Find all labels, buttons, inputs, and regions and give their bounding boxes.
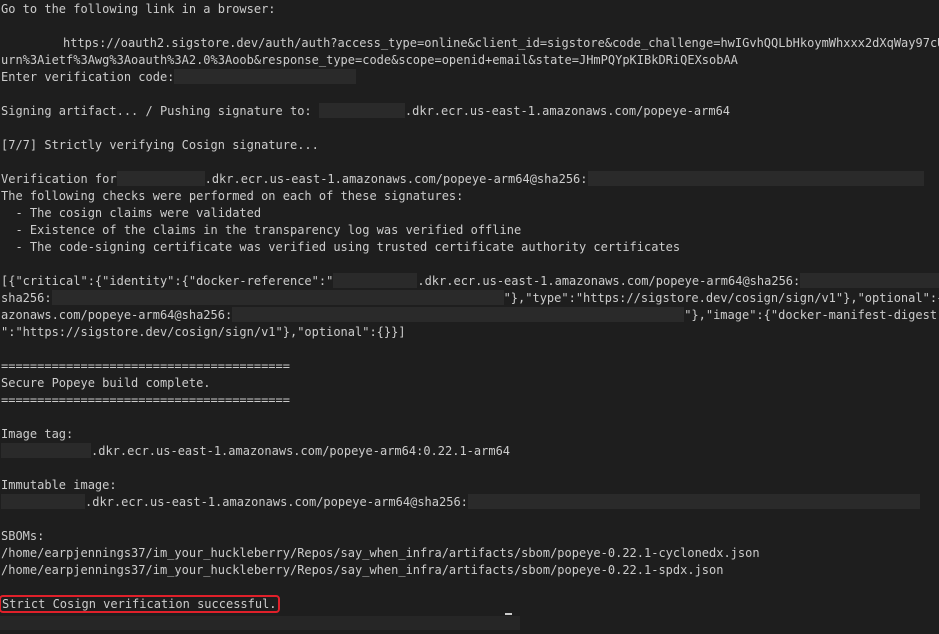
verification-prompt: Enter verification code: <box>1 70 175 84</box>
redacted-block <box>51 290 504 305</box>
json-fragment: sha256: <box>1 291 52 305</box>
terminal-output[interactable]: Go to the following link in a browser: h… <box>0 0 939 634</box>
registry-path: .dkr.ecr.us-east-1.amazonaws.com/popeye-… <box>404 104 731 118</box>
terminal-line: Image tag: <box>1 427 74 441</box>
verification-text: Verification for <box>1 172 117 186</box>
terminal-line: - The code-signing certificate was verif… <box>1 240 681 254</box>
terminal-line: The following checks were performed on e… <box>1 189 464 203</box>
build-complete-message: Secure Popeye build complete. <box>1 376 211 390</box>
redacted-block <box>0 616 520 630</box>
terminal-line: .dkr.ecr.us-east-1.amazonaws.com/popeye-… <box>1 443 939 460</box>
terminal-line: SBOMs: <box>1 529 45 543</box>
redacted-block <box>1 494 85 509</box>
json-fragment: [{"critical":{"identity":{"docker-refere… <box>1 274 334 288</box>
terminal-line: Immutable image: <box>1 478 117 492</box>
sbom-path[interactable]: /home/earpjennings37/im_your_huckleberry… <box>1 562 939 579</box>
terminal-line: Strict Cosign verification successful. <box>0 595 939 613</box>
success-highlight: Strict Cosign verification successful. <box>0 595 280 613</box>
image-tag-value: .dkr.ecr.us-east-1.amazonaws.com/popeye-… <box>91 444 511 458</box>
json-fragment: "},"image":{"docker-manifest-digest":" <box>684 308 939 322</box>
redacted-block <box>174 69 357 84</box>
terminal-line: - Existence of the claims in the transpa… <box>1 223 522 237</box>
redacted-block <box>116 171 205 186</box>
terminal-line: Verification for .dkr.ecr.us-east-1.amazo… <box>1 171 939 188</box>
redacted-block <box>318 103 405 118</box>
terminal-line: - The cosign claims were validated <box>1 206 262 220</box>
terminal-line: [{"critical":{"identity":{"docker-refere… <box>1 273 939 290</box>
redacted-block <box>1 443 91 458</box>
immutable-image-value: .dkr.ecr.us-east-1.amazonaws.com/popeye-… <box>85 495 468 509</box>
oauth-link[interactable]: https://oauth2.sigstore.dev/auth/auth?ac… <box>63 36 939 50</box>
terminal-line: Go to the following link in a browser: <box>1 2 276 16</box>
terminal-line: azonaws.com/popeye-arm64@sha256: "},"imag… <box>1 307 939 324</box>
separator-line: ======================================== <box>1 393 290 407</box>
terminal-line: Signing artifact... / Pushing signature … <box>1 103 939 120</box>
redacted-block <box>800 273 939 288</box>
json-fragment: azonaws.com/popeye-arm64@sha256: <box>1 308 233 322</box>
terminal-line: https://oauth2.sigstore.dev/auth/auth?ac… <box>1 35 939 52</box>
terminal-line: urn%3Aietf%3Awg%3Aoauth%3A2.0%3Aoob&resp… <box>1 53 738 67</box>
separator-line: ======================================== <box>1 359 290 373</box>
terminal-line: [7/7] Strictly verifying Cosign signatur… <box>1 138 319 152</box>
terminal-line: sha256: "},"type":"https://sigstore.dev/c… <box>1 290 939 307</box>
terminal-line: Enter verification code: <box>1 69 939 86</box>
redacted-block <box>587 171 924 186</box>
signing-text: Signing artifact... / Pushing signature … <box>1 104 312 118</box>
sbom-path[interactable]: /home/earpjennings37/im_your_huckleberry… <box>1 545 939 562</box>
terminal-line: .dkr.ecr.us-east-1.amazonaws.com/popeye-… <box>1 494 939 511</box>
json-fragment: "},"type":"https://sigstore.dev/cosign/s… <box>503 291 939 305</box>
redacted-block <box>333 273 418 288</box>
redacted-block <box>232 307 685 322</box>
json-fragment: .dkr.ecr.us-east-1.amazonaws.com/popeye-… <box>417 274 801 288</box>
registry-path: .dkr.ecr.us-east-1.amazonaws.com/popeye-… <box>204 172 588 186</box>
terminal-line: ":"https://sigstore.dev/cosign/sign/v1"}… <box>1 325 406 339</box>
redacted-block <box>467 494 920 509</box>
cursor-icon <box>505 613 512 615</box>
